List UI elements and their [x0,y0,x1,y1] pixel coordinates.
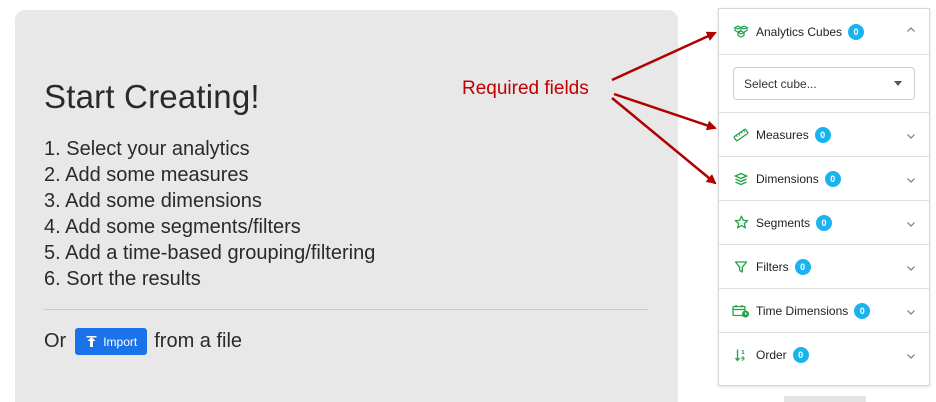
section-label: Measures [756,127,809,142]
panel-bottom-tab [784,396,866,402]
count-badge: 0 [794,258,811,275]
import-prefix: Or [44,330,67,352]
chevron-up-icon [907,26,915,32]
star-icon [732,214,750,232]
import-suffix: from a file [154,330,243,352]
section-label: Dimensions [756,171,819,186]
list-item: 4. Add some segments/filters [44,216,301,238]
import-button-label: Import [103,334,138,349]
layers-icon [732,170,750,188]
filter-icon [732,258,750,276]
section-segments[interactable]: Segments 0 [719,201,929,245]
ruler-icon [732,126,750,144]
section-order[interactable]: 19 Order 0 [719,333,929,377]
sort-icon: 19 [732,346,750,364]
chevron-down-icon [907,133,915,139]
chevron-down-icon [907,265,915,271]
chevron-down-icon [907,221,915,227]
count-badge: 0 [814,126,831,143]
section-time-dimensions[interactable]: Time Dimensions 0 [719,289,929,333]
import-button[interactable]: Import [75,328,148,355]
page-title: Start Creating! [44,78,260,115]
section-dimensions[interactable]: Dimensions 0 [719,157,929,201]
section-label: Filters [756,259,789,274]
required-fields-annotation: Required fields [462,78,589,99]
divider [44,309,648,310]
section-label: Order [756,348,787,362]
list-item: 5. Add a time-based grouping/filtering [44,242,376,264]
upload-icon [86,335,97,348]
count-badge: 0 [824,170,841,187]
steps-list: 1. Select your analytics 2. Add some mea… [44,136,375,292]
list-item: 2. Add some measures [44,164,249,186]
section-label: Analytics Cubes [756,24,843,39]
chevron-down-icon [907,309,915,315]
query-builder-panel: Analytics Cubes 0 Select cube... Measure… [718,8,930,386]
calendar-clock-icon [732,302,750,320]
caret-down-icon [894,81,902,86]
svg-text:9: 9 [741,357,745,363]
section-measures[interactable]: Measures 0 [719,113,929,157]
count-badge: 0 [792,347,809,363]
list-item: 3. Add some dimensions [44,190,262,212]
section-filters[interactable]: Filters 0 [719,245,929,289]
section-analytics-cubes[interactable]: Analytics Cubes 0 [719,9,929,55]
list-item: 1. Select your analytics [44,138,250,160]
chevron-down-icon [907,177,915,183]
cube-select[interactable]: Select cube... [733,67,915,100]
svg-text:1: 1 [741,350,745,356]
list-item: 6. Sort the results [44,268,201,290]
import-line: Or Import from a file [44,328,242,355]
section-label: Time Dimensions [756,303,849,318]
count-badge: 0 [816,214,833,231]
section-label: Segments [756,215,811,230]
cubes-icon [732,23,750,41]
count-badge: 0 [854,302,871,319]
chevron-down-icon [907,354,915,359]
cube-select-value: Select cube... [744,76,817,91]
cube-select-container: Select cube... [719,55,929,113]
count-badge: 0 [848,23,865,40]
